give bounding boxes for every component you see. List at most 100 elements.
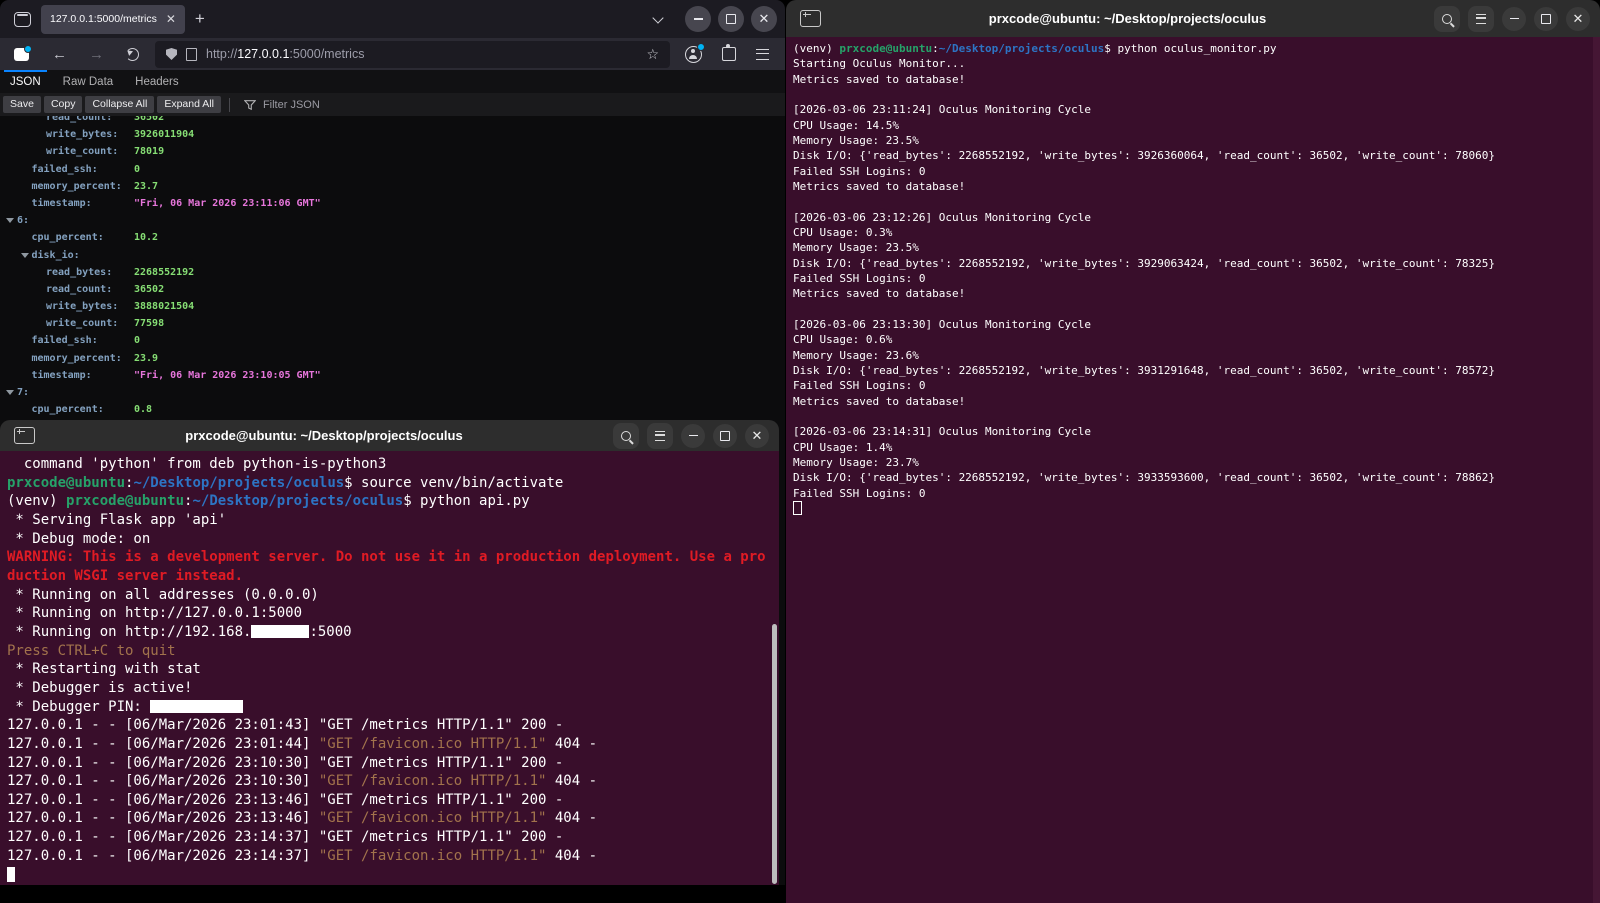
tab-close-icon[interactable]: ✕	[166, 13, 176, 25]
shield-icon[interactable]	[166, 48, 177, 60]
reload-icon[interactable]	[126, 48, 139, 61]
terminal-minimize-button[interactable]	[1502, 7, 1526, 31]
bookmark-star-icon[interactable]: ☆	[646, 46, 659, 63]
expand-arrow-icon[interactable]	[6, 218, 14, 223]
terminal-maximize-button[interactable]	[713, 424, 737, 448]
terminal-title-bar[interactable]: prxcode@ubuntu: ~/Desktop/projects/oculu…	[786, 0, 1600, 37]
terminal-line: (venv) prxcode@ubuntu:~/Desktop/projects…	[793, 41, 1600, 56]
expand-arrow-icon[interactable]	[21, 253, 29, 258]
terminal-line: [2026-03-06 23:11:24] Oculus Monitoring …	[793, 102, 1600, 117]
terminal-maximize-button[interactable]	[1534, 7, 1558, 31]
terminal-line: [2026-03-06 23:12:26] Oculus Monitoring …	[793, 210, 1600, 225]
terminal-line: duction WSGI server instead.	[7, 567, 779, 586]
json-viewer-toolbar: Save Copy Collapse All Expand All Filter…	[0, 93, 785, 117]
search-icon	[1442, 14, 1452, 24]
json-key: failed_ssh:	[32, 161, 98, 178]
menu-icon[interactable]	[756, 49, 769, 60]
json-value: 78019	[134, 143, 164, 160]
filter-json-input[interactable]: Filter JSON	[263, 99, 320, 111]
terminal-line: * Restarting with stat	[7, 660, 779, 679]
json-key: failed_ssh:	[32, 332, 98, 349]
save-button[interactable]: Save	[3, 96, 41, 113]
json-row: 7:	[0, 384, 785, 401]
json-row: read_count:36502	[0, 116, 785, 126]
terminal-line: * Serving Flask app 'api'	[7, 511, 779, 530]
back-button[interactable]: ←	[41, 46, 78, 63]
terminal-line: Metrics saved to database!	[793, 286, 1600, 301]
terminal-line: command 'python' from deb python-is-pyth…	[7, 455, 779, 474]
json-key: memory_percent:	[32, 350, 122, 367]
expand-all-button[interactable]: Expand All	[157, 96, 221, 113]
forward-button[interactable]: →	[78, 46, 115, 63]
url-bar[interactable]: http://127.0.0.1:5000/metrics ☆	[155, 41, 670, 68]
filter-funnel-icon	[244, 99, 256, 111]
json-key: write_count:	[46, 143, 118, 160]
terminal-scrollbar-track[interactable]	[1593, 37, 1600, 903]
tab-json[interactable]: JSON	[10, 70, 41, 93]
terminal-output: (venv) prxcode@ubuntu:~/Desktop/projects…	[786, 37, 1600, 903]
json-value: 36502	[134, 116, 164, 126]
json-row: failed_ssh: 0	[0, 332, 785, 349]
json-row: write_bytes:3926011904	[0, 126, 785, 143]
browser-tab-bar: 127.0.0.1:5000/metrics ✕ + ✕	[0, 0, 785, 38]
json-value: 0	[134, 161, 140, 178]
json-key: 6:	[17, 212, 29, 229]
terminal-search-button[interactable]	[613, 423, 639, 449]
terminal-line	[793, 501, 1600, 516]
terminal-scrollbar[interactable]	[772, 624, 777, 884]
terminal-title-bar[interactable]: prxcode@ubuntu: ~/Desktop/projects/oculu…	[0, 420, 779, 451]
notification-dot	[697, 43, 705, 51]
json-key: write_bytes:	[46, 298, 118, 315]
json-key: cpu_percent:	[32, 229, 104, 246]
page-info-icon[interactable]	[186, 48, 197, 61]
json-row: timestamp:"Fri, 06 Mar 2026 23:11:06 GMT…	[0, 195, 785, 212]
terminal-line: Metrics saved to database!	[793, 72, 1600, 87]
url-host: 127.0.0.1	[237, 47, 289, 61]
terminal-menu-button[interactable]	[647, 423, 673, 449]
json-key: 7:	[17, 384, 29, 401]
new-tab-icon[interactable]	[14, 427, 35, 444]
tab-raw-data[interactable]: Raw Data	[63, 70, 114, 93]
minimize-icon	[694, 18, 703, 20]
terminal-line: Failed SSH Logins: 0	[793, 378, 1600, 393]
terminal-search-button[interactable]	[1434, 6, 1460, 32]
json-value: 0	[134, 332, 140, 349]
browser-tab[interactable]: 127.0.0.1:5000/metrics ✕	[41, 5, 185, 34]
tab-list-chevron-icon[interactable]	[652, 12, 663, 23]
terminal-line: Metrics saved to database!	[793, 394, 1600, 409]
terminal-minimize-button[interactable]	[681, 424, 705, 448]
search-icon	[621, 431, 631, 441]
browser-minimize-button[interactable]	[685, 6, 711, 32]
terminal-output: command 'python' from deb python-is-pyth…	[0, 451, 779, 885]
terminal-menu-button[interactable]	[1468, 6, 1494, 32]
json-key: read_count:	[46, 281, 112, 298]
json-row: write_count: 78019	[0, 143, 785, 160]
terminal-line: Starting Oculus Monitor...	[793, 56, 1600, 71]
redacted-text	[251, 625, 309, 638]
terminal-line: Memory Usage: 23.6%	[793, 348, 1600, 363]
terminal-line: Memory Usage: 23.5%	[793, 133, 1600, 148]
terminal-line: 127.0.0.1 - - [06/Mar/2026 23:01:43] "GE…	[7, 716, 779, 735]
extensions-icon[interactable]	[722, 47, 736, 61]
firefox-view-icon[interactable]	[14, 12, 31, 27]
terminal-close-button[interactable]: ✕	[1566, 7, 1590, 31]
terminal-line: Memory Usage: 23.5%	[793, 240, 1600, 255]
new-tab-icon[interactable]	[800, 10, 821, 27]
copy-button[interactable]: Copy	[44, 96, 83, 113]
tab-headers[interactable]: Headers	[135, 70, 178, 93]
terminal-line: * Debug mode: on	[7, 530, 779, 549]
terminal-close-button[interactable]: ✕	[745, 424, 769, 448]
json-value: 2268552192	[134, 264, 194, 281]
collapse-all-button[interactable]: Collapse All	[85, 96, 154, 113]
expand-arrow-icon[interactable]	[6, 390, 14, 395]
terminal-line: Press CTRL+C to quit	[7, 642, 779, 661]
terminal-line: CPU Usage: 0.3%	[793, 225, 1600, 240]
browser-maximize-button[interactable]	[718, 6, 744, 32]
account-icon[interactable]	[685, 46, 702, 63]
browser-close-button[interactable]: ✕	[751, 6, 777, 32]
json-key: timestamp:	[32, 195, 92, 212]
json-value: 3888021504	[134, 298, 194, 315]
url-text: http://127.0.0.1:5000/metrics	[206, 47, 364, 61]
new-tab-button[interactable]: +	[185, 9, 215, 29]
sidebar-icon[interactable]	[14, 48, 29, 61]
